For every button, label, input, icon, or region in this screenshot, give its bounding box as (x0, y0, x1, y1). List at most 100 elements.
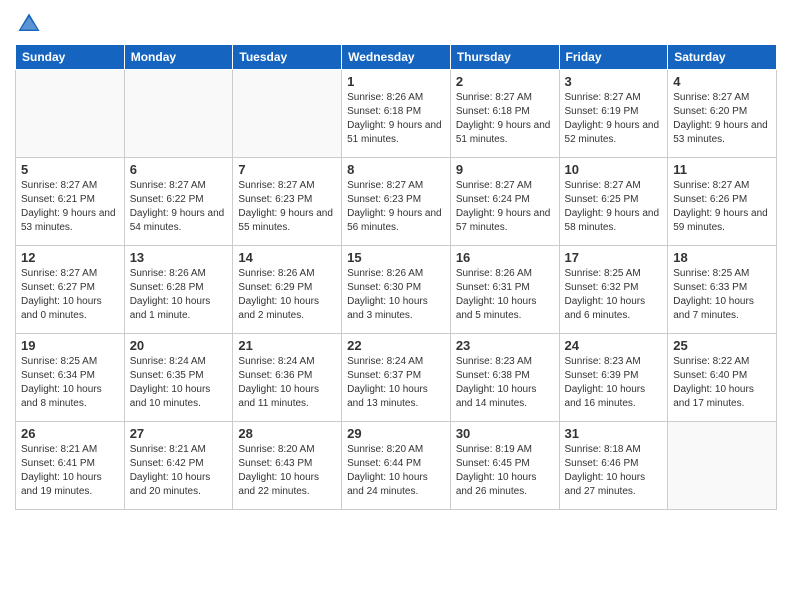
day-cell: 28 Sunrise: 8:20 AM Sunset: 6:43 PM Dayli… (233, 422, 342, 510)
day-number: 23 (456, 338, 554, 353)
day-number: 6 (130, 162, 228, 177)
day-number: 5 (21, 162, 119, 177)
day-cell: 10Sunrise: 8:27 AM Sunset: 6:25 PM Dayli… (559, 158, 668, 246)
day-number: 13 (130, 250, 228, 265)
day-info: Sunrise: 8:26 AM Sunset: 6:29 PM Dayligh… (238, 267, 336, 323)
day-cell (233, 70, 342, 158)
day-cell (16, 70, 125, 158)
day-cell: 25 Sunrise: 8:22 AM Sunset: 6:40 PM Dayli… (668, 334, 777, 422)
week-row-4: 26Sunrise: 8:21 AM Sunset: 6:41 PM Dayli… (16, 422, 777, 510)
day-number: 20 (130, 338, 228, 353)
day-number: 7 (238, 162, 336, 177)
calendar-header-tuesday: Tuesday (233, 45, 342, 70)
day-cell: 8 Sunrise: 8:27 AM Sunset: 6:23 PM Daylig… (342, 158, 451, 246)
day-info: Sunrise: 8:25 AM Sunset: 6:33 PM Dayligh… (673, 267, 771, 323)
day-number: 19 (21, 338, 119, 353)
day-cell: 19 Sunrise: 8:25 AM Sunset: 6:34 PM Dayli… (16, 334, 125, 422)
calendar-header-monday: Monday (124, 45, 233, 70)
day-cell: 17 Sunrise: 8:25 AM Sunset: 6:32 PM Dayli… (559, 246, 668, 334)
day-number: 12 (21, 250, 119, 265)
day-number: 3 (565, 74, 663, 89)
day-number: 27 (130, 426, 228, 441)
day-info: Sunrise: 8:27 AM Sunset: 6:24 PM Dayligh… (456, 179, 554, 235)
day-cell: 2 Sunrise: 8:27 AM Sunset: 6:18 PM Daylig… (450, 70, 559, 158)
day-info: Sunrise: 8:27 AM Sunset: 6:19 PM Dayligh… (565, 91, 663, 147)
day-info: Sunrise: 8:22 AM Sunset: 6:40 PM Dayligh… (673, 355, 771, 411)
day-number: 2 (456, 74, 554, 89)
day-number: 4 (673, 74, 771, 89)
day-info: Sunrise: 8:27 AM Sunset: 6:20 PM Dayligh… (673, 91, 771, 147)
day-cell (124, 70, 233, 158)
day-cell: 24Sunrise: 8:23 AM Sunset: 6:39 PM Dayli… (559, 334, 668, 422)
day-info: Sunrise: 8:26 AM Sunset: 6:28 PM Dayligh… (130, 267, 228, 323)
day-cell: 21 Sunrise: 8:24 AM Sunset: 6:36 PM Dayli… (233, 334, 342, 422)
day-info: Sunrise: 8:24 AM Sunset: 6:36 PM Dayligh… (238, 355, 336, 411)
day-cell: 20Sunrise: 8:24 AM Sunset: 6:35 PM Dayli… (124, 334, 233, 422)
week-row-2: 12 Sunrise: 8:27 AM Sunset: 6:27 PM Dayli… (16, 246, 777, 334)
day-cell: 5Sunrise: 8:27 AM Sunset: 6:21 PM Daylig… (16, 158, 125, 246)
day-number: 21 (238, 338, 336, 353)
day-info: Sunrise: 8:24 AM Sunset: 6:37 PM Dayligh… (347, 355, 445, 411)
header (15, 10, 777, 38)
day-cell: 11Sunrise: 8:27 AM Sunset: 6:26 PM Dayli… (668, 158, 777, 246)
day-info: Sunrise: 8:21 AM Sunset: 6:41 PM Dayligh… (21, 443, 119, 499)
calendar-header-thursday: Thursday (450, 45, 559, 70)
calendar-header-row: SundayMondayTuesdayWednesdayThursdayFrid… (16, 45, 777, 70)
day-number: 9 (456, 162, 554, 177)
day-info: Sunrise: 8:25 AM Sunset: 6:34 PM Dayligh… (21, 355, 119, 411)
calendar-header-wednesday: Wednesday (342, 45, 451, 70)
logo (15, 10, 47, 38)
day-info: Sunrise: 8:27 AM Sunset: 6:27 PM Dayligh… (21, 267, 119, 323)
day-number: 11 (673, 162, 771, 177)
day-info: Sunrise: 8:27 AM Sunset: 6:23 PM Dayligh… (238, 179, 336, 235)
day-number: 17 (565, 250, 663, 265)
week-row-1: 5Sunrise: 8:27 AM Sunset: 6:21 PM Daylig… (16, 158, 777, 246)
day-info: Sunrise: 8:26 AM Sunset: 6:18 PM Dayligh… (347, 91, 445, 147)
day-cell: 6 Sunrise: 8:27 AM Sunset: 6:22 PM Daylig… (124, 158, 233, 246)
calendar-header-saturday: Saturday (668, 45, 777, 70)
day-number: 31 (565, 426, 663, 441)
day-info: Sunrise: 8:27 AM Sunset: 6:18 PM Dayligh… (456, 91, 554, 147)
logo-icon (15, 10, 43, 38)
day-info: Sunrise: 8:25 AM Sunset: 6:32 PM Dayligh… (565, 267, 663, 323)
day-number: 15 (347, 250, 445, 265)
week-row-3: 19 Sunrise: 8:25 AM Sunset: 6:34 PM Dayli… (16, 334, 777, 422)
page: SundayMondayTuesdayWednesdayThursdayFrid… (0, 0, 792, 612)
day-info: Sunrise: 8:20 AM Sunset: 6:43 PM Dayligh… (238, 443, 336, 499)
day-cell: 16Sunrise: 8:26 AM Sunset: 6:31 PM Dayli… (450, 246, 559, 334)
week-row-0: 1 Sunrise: 8:26 AM Sunset: 6:18 PM Daylig… (16, 70, 777, 158)
day-cell: 9 Sunrise: 8:27 AM Sunset: 6:24 PM Daylig… (450, 158, 559, 246)
day-info: Sunrise: 8:18 AM Sunset: 6:46 PM Dayligh… (565, 443, 663, 499)
day-cell: 30Sunrise: 8:19 AM Sunset: 6:45 PM Dayli… (450, 422, 559, 510)
day-info: Sunrise: 8:20 AM Sunset: 6:44 PM Dayligh… (347, 443, 445, 499)
day-number: 8 (347, 162, 445, 177)
calendar-header-friday: Friday (559, 45, 668, 70)
day-number: 29 (347, 426, 445, 441)
day-cell: 29 Sunrise: 8:20 AM Sunset: 6:44 PM Dayli… (342, 422, 451, 510)
day-info: Sunrise: 8:19 AM Sunset: 6:45 PM Dayligh… (456, 443, 554, 499)
day-cell: 13 Sunrise: 8:26 AM Sunset: 6:28 PM Dayli… (124, 246, 233, 334)
day-number: 1 (347, 74, 445, 89)
day-info: Sunrise: 8:23 AM Sunset: 6:38 PM Dayligh… (456, 355, 554, 411)
day-info: Sunrise: 8:27 AM Sunset: 6:23 PM Dayligh… (347, 179, 445, 235)
day-info: Sunrise: 8:21 AM Sunset: 6:42 PM Dayligh… (130, 443, 228, 499)
day-number: 14 (238, 250, 336, 265)
calendar-header-sunday: Sunday (16, 45, 125, 70)
day-info: Sunrise: 8:26 AM Sunset: 6:31 PM Dayligh… (456, 267, 554, 323)
day-number: 22 (347, 338, 445, 353)
day-cell: 18 Sunrise: 8:25 AM Sunset: 6:33 PM Dayli… (668, 246, 777, 334)
day-cell: 14 Sunrise: 8:26 AM Sunset: 6:29 PM Dayli… (233, 246, 342, 334)
day-cell: 31 Sunrise: 8:18 AM Sunset: 6:46 PM Dayli… (559, 422, 668, 510)
day-number: 25 (673, 338, 771, 353)
calendar: SundayMondayTuesdayWednesdayThursdayFrid… (15, 44, 777, 510)
day-info: Sunrise: 8:27 AM Sunset: 6:25 PM Dayligh… (565, 179, 663, 235)
day-cell: 12 Sunrise: 8:27 AM Sunset: 6:27 PM Dayli… (16, 246, 125, 334)
day-cell: 4 Sunrise: 8:27 AM Sunset: 6:20 PM Daylig… (668, 70, 777, 158)
day-info: Sunrise: 8:27 AM Sunset: 6:22 PM Dayligh… (130, 179, 228, 235)
day-cell: 26Sunrise: 8:21 AM Sunset: 6:41 PM Dayli… (16, 422, 125, 510)
day-cell: 15Sunrise: 8:26 AM Sunset: 6:30 PM Dayli… (342, 246, 451, 334)
day-cell: 27 Sunrise: 8:21 AM Sunset: 6:42 PM Dayli… (124, 422, 233, 510)
day-number: 28 (238, 426, 336, 441)
day-number: 18 (673, 250, 771, 265)
day-cell: 7 Sunrise: 8:27 AM Sunset: 6:23 PM Daylig… (233, 158, 342, 246)
